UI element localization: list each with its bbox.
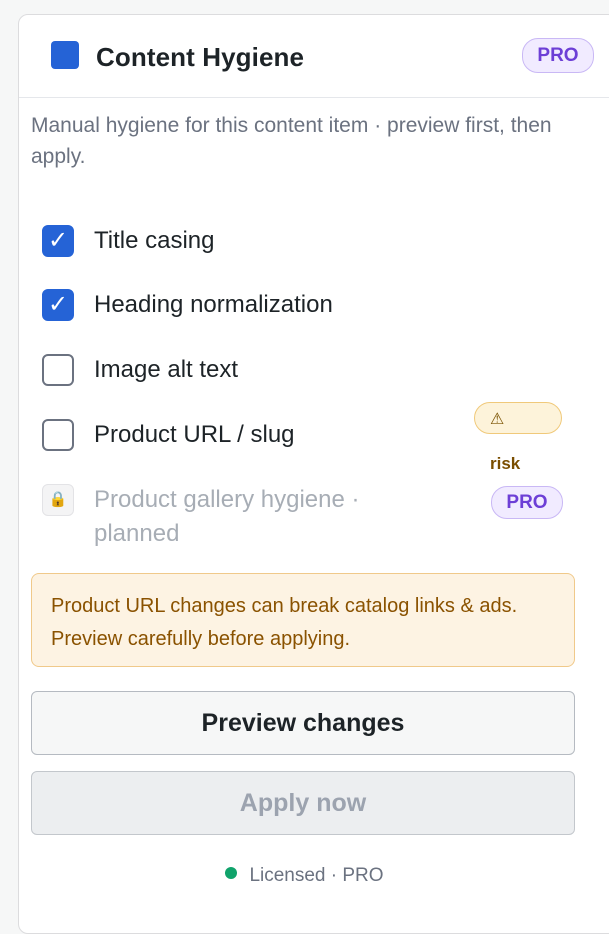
- status-dot-icon: [225, 867, 238, 879]
- option-label: Image alt text: [94, 356, 239, 383]
- preview-changes-button[interactable]: Preview changes: [31, 691, 575, 755]
- license-status: Licensed · PRO: [0, 865, 609, 887]
- risk-badge: ⚠: [474, 402, 562, 434]
- option-label: Title casing: [94, 227, 215, 254]
- checkbox-checked[interactable]: ✓: [42, 225, 74, 257]
- panel-description: Manual hygiene for this content item · p…: [31, 114, 552, 168]
- apply-now-button[interactable]: Apply now: [31, 771, 575, 835]
- checkbox-checked[interactable]: ✓: [42, 289, 74, 321]
- panel-title: Content Hygiene: [96, 42, 305, 72]
- lock-icon: 🔒: [42, 484, 74, 516]
- warning-notice: Product URL changes can break catalog li…: [31, 573, 575, 667]
- panel-header: Content Hygiene PRO: [19, 15, 609, 98]
- warning-icon: ⚠: [490, 411, 505, 428]
- app-icon: [51, 41, 79, 69]
- planned-option-label: Product gallery hygiene · planned: [94, 486, 360, 547]
- license-status-text: Licensed · PRO: [249, 865, 384, 886]
- planned-pro-badge: PRO: [491, 486, 563, 519]
- checkbox-unchecked[interactable]: [42, 354, 74, 386]
- option-label: Heading normalization: [94, 291, 333, 318]
- checkbox-unchecked[interactable]: [42, 419, 74, 451]
- pro-badge: PRO: [522, 38, 594, 73]
- option-label: Product URL / slug: [94, 421, 295, 448]
- risk-label: risk: [490, 454, 521, 473]
